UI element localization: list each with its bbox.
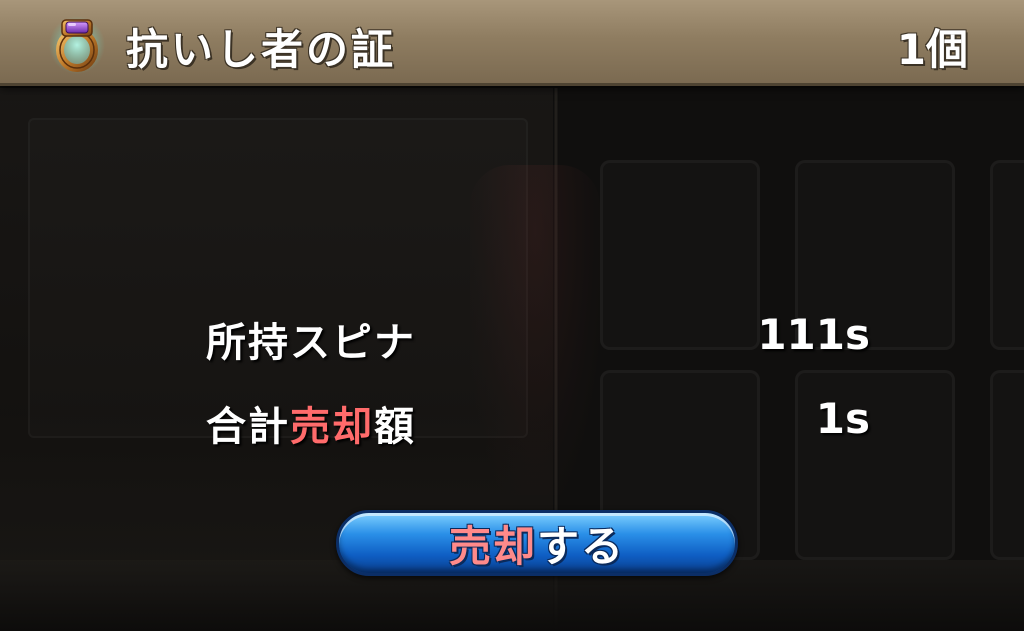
item-count: 1個 <box>896 25 968 74</box>
background-slot <box>990 160 1024 350</box>
background-slot <box>990 370 1024 560</box>
ring-icon <box>48 12 106 74</box>
sell-button[interactable]: 売却する <box>336 510 738 576</box>
sell-button-label: 売却する <box>449 513 625 574</box>
owned-currency-label: 所持スピナ <box>206 320 416 366</box>
sell-button-label-suffix: する <box>537 521 626 571</box>
total-sell-label-highlight: 売却 <box>290 404 374 450</box>
sell-item-screen: 抗いし者の証 1個 所持スピナ 111s 合計売却額 1s 売却する <box>0 0 1024 631</box>
total-sell-value: 1s <box>815 394 870 443</box>
owned-currency-row: 所持スピナ 111s <box>206 310 870 366</box>
background-left-box <box>28 118 528 438</box>
total-sell-row: 合計売却額 1s <box>206 394 870 450</box>
sell-button-label-highlight: 売却 <box>448 521 537 571</box>
total-sell-label-prefix: 合計 <box>206 404 290 450</box>
total-sell-label: 合計売却額 <box>206 394 416 452</box>
item-header: 抗いし者の証 1個 <box>0 0 1024 86</box>
owned-currency-value: 111s <box>757 310 870 359</box>
item-name: 抗いし者の証 <box>126 25 397 74</box>
total-sell-label-suffix: 額 <box>374 404 416 450</box>
